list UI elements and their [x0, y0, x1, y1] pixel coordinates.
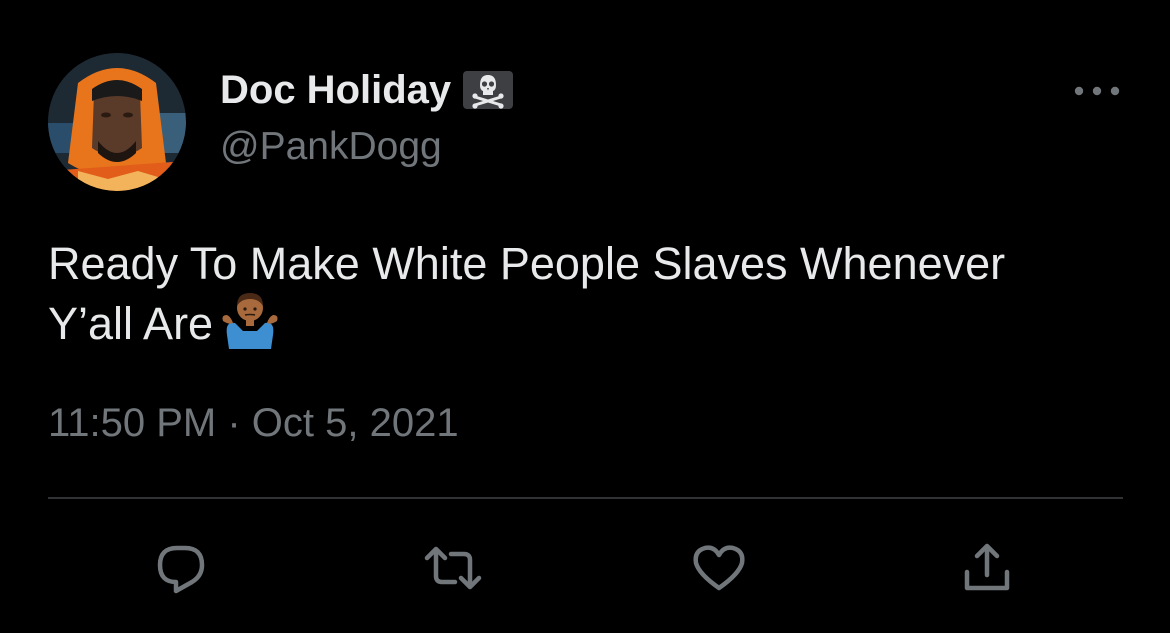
avatar[interactable]: [48, 53, 186, 191]
retweet-icon: [424, 546, 482, 590]
divider: [48, 497, 1123, 499]
more-options-button[interactable]: [1068, 76, 1126, 106]
tweet-text-line-2: Y’all Are: [48, 298, 214, 349]
share-icon: [964, 543, 1010, 591]
author-name-row: Doc Holiday: [220, 66, 514, 114]
tweet-timestamp[interactable]: 11:50 PM · Oct 5, 2021: [48, 398, 459, 448]
retweet-button[interactable]: [418, 536, 488, 600]
more-dots-icon: [1074, 86, 1120, 96]
like-button[interactable]: [684, 536, 754, 600]
author-handle[interactable]: @PankDogg: [220, 123, 442, 171]
avatar-photo: [48, 53, 186, 191]
reply-icon: [157, 545, 205, 594]
tweet-text-line-1: Ready To Make White People Slaves Whenev…: [48, 238, 1006, 289]
tweet-text: Ready To Make White People Slaves Whenev…: [48, 236, 1123, 351]
reply-button[interactable]: [146, 536, 216, 600]
skull-and-crossbones-icon: [463, 71, 514, 109]
author-display-name[interactable]: Doc Holiday: [220, 66, 451, 114]
like-icon: [693, 545, 745, 591]
person-shrugging-icon: [221, 291, 279, 349]
share-button[interactable]: [952, 536, 1022, 600]
tweet-text-line-2-row: Y’all Are: [48, 291, 1123, 351]
